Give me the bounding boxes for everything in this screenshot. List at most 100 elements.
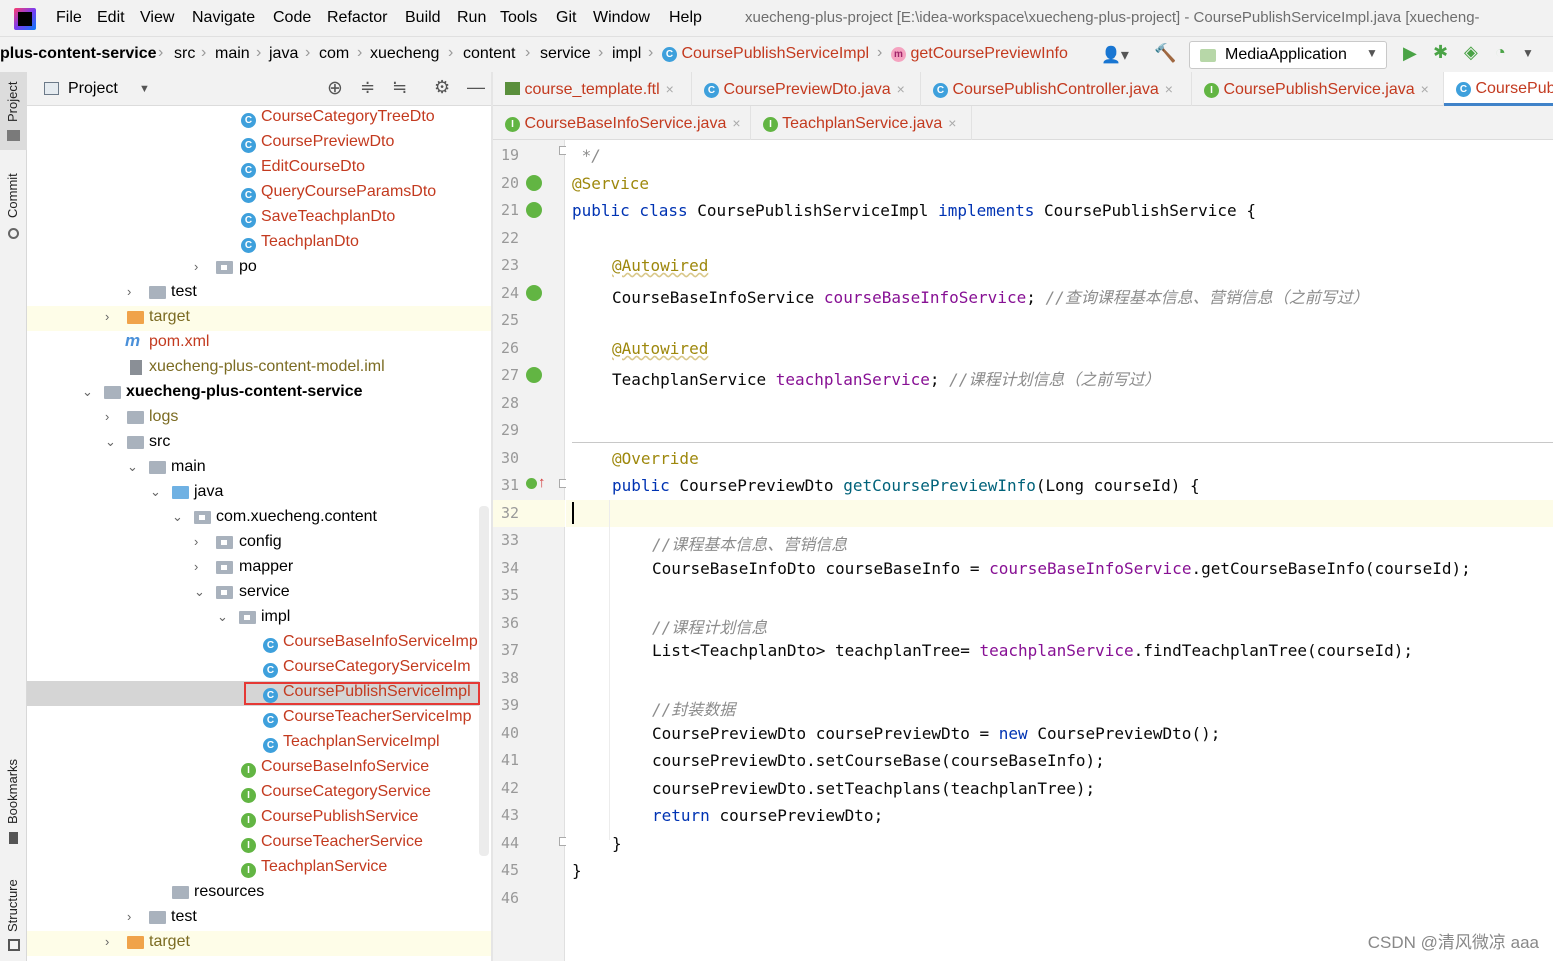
tab-course-publish-controller[interactable]: C CoursePublishController.java × — [921, 72, 1192, 106]
spring-bean-icon[interactable] — [526, 175, 542, 191]
menu-build[interactable]: Build — [405, 9, 441, 27]
close-icon[interactable]: × — [897, 81, 905, 97]
autowired-bean-icon[interactable] — [526, 367, 542, 383]
menu-edit[interactable]: Edit — [97, 9, 125, 27]
debug-icon[interactable]: ✱ — [1433, 42, 1448, 63]
chevron-right-icon[interactable]: › — [194, 534, 206, 549]
tree-item[interactable]: C CoursePreviewDto — [27, 131, 491, 156]
tree-item[interactable]: › mapper — [27, 556, 491, 581]
breadcrumb-main[interactable]: main — [215, 45, 250, 63]
breadcrumb-impl[interactable]: impl — [612, 45, 641, 63]
tree-item[interactable]: ⌄ src — [27, 431, 491, 456]
tree-item[interactable]: C QueryCourseParamsDto — [27, 181, 491, 206]
chevron-down-icon[interactable]: ⌄ — [82, 384, 94, 400]
tree-item[interactable]: ⌄ xuecheng-plus-content-service — [27, 381, 491, 406]
menu-git[interactable]: Git — [556, 9, 576, 27]
menu-file[interactable]: File — [56, 9, 82, 27]
tree-item[interactable]: C EditCourseDto — [27, 156, 491, 181]
tree-item[interactable]: C CourseTeacherServiceImp — [27, 706, 491, 731]
implements-method-icon[interactable] — [526, 478, 537, 489]
chevron-right-icon[interactable]: › — [105, 934, 117, 949]
tree-item[interactable]: ⌄ main — [27, 456, 491, 481]
chevron-right-icon[interactable]: › — [105, 309, 117, 324]
tab-course-publish-service-impl[interactable]: C CoursePub — [1444, 72, 1553, 106]
chevron-down-icon[interactable]: ⌄ — [217, 609, 229, 625]
tree-item[interactable]: C CourseBaseInfoServiceImp — [27, 631, 491, 656]
chevron-down-icon[interactable]: ⌄ — [105, 434, 117, 450]
breadcrumb-content[interactable]: content — [463, 45, 515, 63]
menu-refactor[interactable]: Refactor — [327, 9, 387, 27]
breadcrumb-src[interactable]: src — [174, 45, 195, 63]
tree-item[interactable]: › test — [27, 906, 491, 931]
tree-item[interactable]: I CourseCategoryService — [27, 781, 491, 806]
tree-item[interactable]: ⌄ java — [27, 481, 491, 506]
coverage-icon[interactable]: ◈ — [1464, 42, 1478, 63]
chevron-down-icon[interactable]: ▼ — [139, 83, 150, 95]
breadcrumb-module[interactable]: plus-content-service — [0, 45, 156, 63]
menu-view[interactable]: View — [140, 9, 174, 27]
chevron-right-icon[interactable]: › — [194, 259, 206, 274]
tree-item[interactable]: › test — [27, 281, 491, 306]
tree-item-selected[interactable]: C CoursePublishServiceImpl — [27, 681, 491, 706]
close-icon[interactable]: × — [732, 115, 740, 131]
tree-item[interactable]: I TeachplanService — [27, 856, 491, 881]
tree-item[interactable]: I CourseBaseInfoService — [27, 756, 491, 781]
tree-item[interactable]: ⌄ com.xuecheng.content — [27, 506, 491, 531]
menu-tools[interactable]: Tools — [500, 9, 537, 27]
breadcrumb-class[interactable]: C CoursePublishServiceImpl — [662, 45, 869, 63]
tree-item[interactable]: ⌄ impl — [27, 606, 491, 631]
menu-run[interactable]: Run — [457, 9, 486, 27]
user-icon[interactable]: 👤▾ — [1101, 45, 1129, 65]
chevron-right-icon[interactable]: › — [194, 559, 206, 574]
tree-item[interactable]: I CourseTeacherService — [27, 831, 491, 856]
hide-panel-icon[interactable]: — — [467, 77, 485, 98]
tab-course-template[interactable]: course_template.ftl × — [493, 72, 692, 106]
build-hammer-icon[interactable]: 🔨 — [1154, 43, 1176, 64]
run-icon[interactable]: ▶ — [1403, 43, 1417, 64]
tab-course-preview-dto[interactable]: C CoursePreviewDto.java × — [692, 72, 921, 106]
project-tool-button[interactable]: Project — [0, 72, 27, 150]
tree-item[interactable]: › target — [27, 306, 491, 331]
chevron-down-icon[interactable]: ⌄ — [172, 509, 184, 525]
tree-item[interactable]: C SaveTeachplanDto — [27, 206, 491, 231]
breadcrumb-service[interactable]: service — [540, 45, 591, 63]
tree-item[interactable]: › config — [27, 531, 491, 556]
arrow-up-icon[interactable]: ↑ — [538, 474, 546, 491]
tab-course-publish-service[interactable]: I CoursePublishService.java × — [1192, 72, 1444, 106]
breadcrumb-java[interactable]: java — [269, 45, 298, 63]
tree-item[interactable]: m pom.xml — [27, 331, 491, 356]
expand-all-icon[interactable]: ≑ — [360, 77, 375, 98]
close-icon[interactable]: × — [666, 81, 674, 97]
chevron-down-icon[interactable]: ⌄ — [150, 484, 162, 500]
tree-item[interactable]: C TeachplanServiceImpl — [27, 731, 491, 756]
project-panel-title[interactable]: Project — [68, 80, 118, 98]
menu-help[interactable]: Help — [669, 9, 702, 27]
run-config-select[interactable]: MediaApplication ▼ — [1189, 41, 1387, 69]
chevron-right-icon[interactable]: › — [127, 284, 139, 299]
bookmarks-tool-button[interactable]: Bookmarks — [0, 752, 27, 847]
chevron-down-icon[interactable]: ⌄ — [194, 584, 206, 600]
profile-icon[interactable]: ◔ — [1495, 42, 1506, 63]
tree-item[interactable]: I CoursePublishService — [27, 806, 491, 831]
structure-tool-button[interactable]: Structure — [0, 867, 27, 957]
spring-bean-icon[interactable] — [526, 202, 542, 218]
commit-tool-button[interactable]: Commit — [0, 167, 27, 247]
tab-teachplan-service[interactable]: I TeachplanService.java × — [751, 106, 972, 140]
tree-item[interactable]: C TeachplanDto — [27, 231, 491, 256]
autowired-bean-icon[interactable] — [526, 285, 542, 301]
gear-icon[interactable]: ⚙ — [434, 77, 450, 98]
breadcrumb-xuecheng[interactable]: xuecheng — [370, 45, 439, 63]
tree-item[interactable]: xuecheng-plus-content-model.iml — [27, 356, 491, 381]
close-icon[interactable]: × — [1165, 81, 1173, 97]
menu-window[interactable]: Window — [593, 9, 650, 27]
close-icon[interactable]: × — [948, 115, 956, 131]
chevron-right-icon[interactable]: › — [105, 409, 117, 424]
tree-item[interactable]: C CourseCategoryTreeDto — [27, 106, 491, 131]
more-run-chevron-icon[interactable]: ▼ — [1522, 46, 1534, 60]
menu-code[interactable]: Code — [273, 9, 311, 27]
menu-navigate[interactable]: Navigate — [192, 9, 255, 27]
tab-course-base-info-service[interactable]: I CourseBaseInfoService.java × — [493, 106, 751, 140]
chevron-right-icon[interactable]: › — [127, 909, 139, 924]
code-editor[interactable]: */ @Service public class CoursePublishSe… — [566, 140, 1553, 961]
tree-item[interactable]: › po — [27, 256, 491, 281]
